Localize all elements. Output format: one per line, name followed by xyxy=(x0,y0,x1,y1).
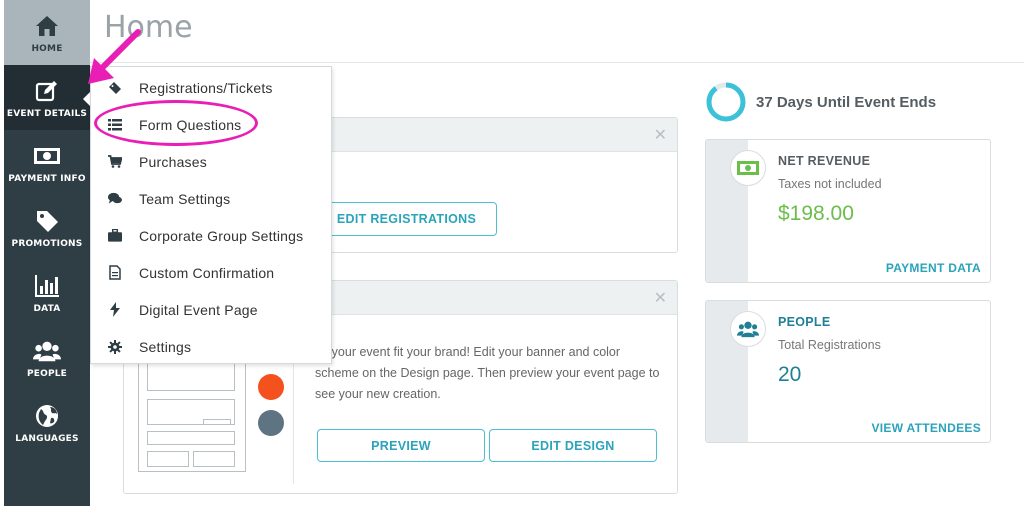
tag-icon xyxy=(33,207,61,235)
bar-chart-icon xyxy=(33,272,61,300)
money-icon xyxy=(33,142,61,170)
menu-item-team-settings[interactable]: Team Settings xyxy=(91,180,331,217)
sidebar-item-label: LANGUAGES xyxy=(15,433,79,444)
edit-design-button[interactable]: EDIT DESIGN xyxy=(489,429,657,462)
net-revenue-card: NET REVENUE Taxes not included $198.00 P… xyxy=(705,139,991,283)
menu-item-label: Custom Confirmation xyxy=(139,264,275,281)
menu-item-digital-event-page[interactable]: Digital Event Page xyxy=(91,291,331,328)
countdown-text: 37 Days Until Event Ends xyxy=(756,93,937,111)
event-countdown: 37 Days Until Event Ends xyxy=(706,82,936,122)
sidebar-item-label: EVENT DETAILS xyxy=(6,108,88,119)
menu-item-label: Settings xyxy=(139,338,192,355)
menu-item-label: Purchases xyxy=(139,153,207,170)
menu-item-label: Corporate Group Settings xyxy=(139,227,304,244)
sidebar-item-home[interactable]: HOME xyxy=(4,0,90,65)
bolt-icon xyxy=(108,302,122,317)
close-icon[interactable]: ✕ xyxy=(654,288,667,308)
menu-item-label: Registrations/Tickets xyxy=(139,79,273,96)
document-icon xyxy=(108,265,122,280)
people-icon xyxy=(730,311,766,347)
sidebar-item-data[interactable]: DATA xyxy=(4,260,90,325)
cart-icon xyxy=(108,155,122,169)
home-icon xyxy=(33,12,61,40)
menu-item-label: Digital Event Page xyxy=(139,301,258,318)
stat-subtitle: Taxes not included xyxy=(778,177,882,191)
registrations-count: 20 xyxy=(778,363,802,386)
design-description: ke your event fit your brand! Edit your … xyxy=(315,345,660,401)
money-icon xyxy=(730,150,766,186)
sidebar-item-languages[interactable]: LANGUAGES xyxy=(4,390,90,455)
sidebar-item-people[interactable]: PEOPLE xyxy=(4,325,90,390)
header-divider xyxy=(90,62,1024,63)
briefcase-icon xyxy=(108,229,122,243)
sidebar-item-label: PROMOTIONS xyxy=(11,238,83,249)
menu-item-custom-confirmation[interactable]: Custom Confirmation xyxy=(91,254,331,291)
payment-data-link[interactable]: PAYMENT DATA xyxy=(886,261,981,275)
color-swatch-orange xyxy=(258,374,284,400)
menu-item-corporate-group-settings[interactable]: Corporate Group Settings xyxy=(91,217,331,254)
progress-ring-icon xyxy=(706,82,746,122)
stat-title: PEOPLE xyxy=(778,315,831,329)
color-swatch-slate xyxy=(258,410,284,436)
sidebar-item-label: HOME xyxy=(31,43,63,54)
people-icon xyxy=(33,337,61,365)
preview-button[interactable]: PREVIEW xyxy=(317,429,485,462)
menu-item-purchases[interactable]: Purchases xyxy=(91,143,331,180)
annotation-arrow-icon xyxy=(88,29,141,84)
sidebar-item-payment-info[interactable]: PAYMENT INFO xyxy=(4,130,90,195)
menu-item-label: Team Settings xyxy=(139,190,231,207)
sidebar-item-event-details[interactable]: EVENT DETAILS xyxy=(4,65,91,130)
gear-icon xyxy=(108,339,122,354)
edit-registrations-button[interactable]: EDIT REGISTRATIONS xyxy=(316,202,497,236)
stat-title: NET REVENUE xyxy=(778,154,871,168)
sidebar: HOME EVENT DETAILS PAYMENT INFO PROMOTIO… xyxy=(4,0,91,506)
sidebar-item-label: PAYMENT INFO xyxy=(8,173,86,184)
sidebar-item-promotions[interactable]: PROMOTIONS xyxy=(4,195,90,260)
menu-item-settings[interactable]: Settings xyxy=(91,328,331,365)
sidebar-item-label: DATA xyxy=(33,303,61,314)
people-card: PEOPLE Total Registrations 20 VIEW ATTEN… xyxy=(705,300,991,443)
form-questions-highlight xyxy=(94,100,258,146)
view-attendees-link[interactable]: VIEW ATTENDEES xyxy=(871,421,981,435)
edit-icon xyxy=(33,77,61,105)
close-icon[interactable]: ✕ xyxy=(654,125,667,145)
globe-icon xyxy=(33,402,61,430)
sidebar-item-label: PEOPLE xyxy=(26,368,68,379)
stat-subtitle: Total Registrations xyxy=(778,338,881,352)
revenue-value: $198.00 xyxy=(778,202,854,225)
chat-icon xyxy=(108,192,122,206)
